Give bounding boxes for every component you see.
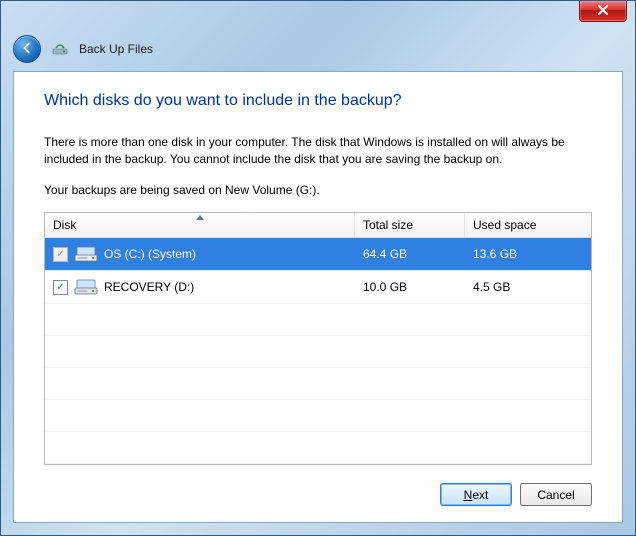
column-header-used[interactable]: Used space <box>465 213 591 237</box>
table-row[interactable]: ✓ OS (C:) (System) 64.4 GB 13.6 GB <box>45 238 591 271</box>
table-row <box>45 336 591 368</box>
wizard-window: Back Up Files Which disks do you want to… <box>0 0 636 536</box>
table-header: Disk Total size Used space <box>45 213 591 238</box>
save-location-text: Your backups are being saved on New Volu… <box>44 182 592 199</box>
description-text: There is more than one disk in your comp… <box>44 134 592 168</box>
table-body: ✓ OS (C:) (System) 64.4 GB 13.6 GB ✓ REC… <box>45 238 591 464</box>
table-row <box>45 432 591 464</box>
titlebar <box>1 1 635 35</box>
disk-name: RECOVERY (D:) <box>104 280 194 294</box>
drive-icon <box>74 278 98 296</box>
row-checkbox: ✓ <box>53 247 68 262</box>
column-header-total[interactable]: Total size <box>355 213 465 237</box>
cancel-button[interactable]: Cancel <box>520 483 592 506</box>
drive-icon <box>74 245 98 263</box>
next-label-rest: ext <box>472 488 488 502</box>
table-row <box>45 400 591 432</box>
disk-used: 4.5 GB <box>465 280 591 294</box>
row-checkbox[interactable]: ✓ <box>53 280 68 295</box>
next-button[interactable]: Next <box>440 483 512 506</box>
column-header-disk[interactable]: Disk <box>45 213 355 237</box>
disk-name: OS (C:) (System) <box>104 247 196 261</box>
disk-total: 64.4 GB <box>355 247 465 261</box>
toolbar: Back Up Files <box>1 35 635 63</box>
toolbar-title: Back Up Files <box>79 42 153 56</box>
close-button[interactable] <box>579 1 627 22</box>
back-button[interactable] <box>13 35 41 63</box>
disk-table: Disk Total size Used space ✓ OS (C:) (Sy… <box>44 212 592 465</box>
table-row <box>45 368 591 400</box>
close-icon <box>598 4 608 18</box>
disk-used: 13.6 GB <box>465 247 591 261</box>
wizard-icon <box>51 40 69 58</box>
footer: Next Cancel <box>44 471 592 506</box>
table-row[interactable]: ✓ RECOVERY (D:) 10.0 GB 4.5 GB <box>45 271 591 304</box>
disk-total: 10.0 GB <box>355 280 465 294</box>
back-arrow-icon <box>20 41 34 58</box>
page-heading: Which disks do you want to include in th… <box>44 92 592 110</box>
table-row <box>45 304 591 336</box>
content-pane: Which disks do you want to include in th… <box>13 71 623 523</box>
